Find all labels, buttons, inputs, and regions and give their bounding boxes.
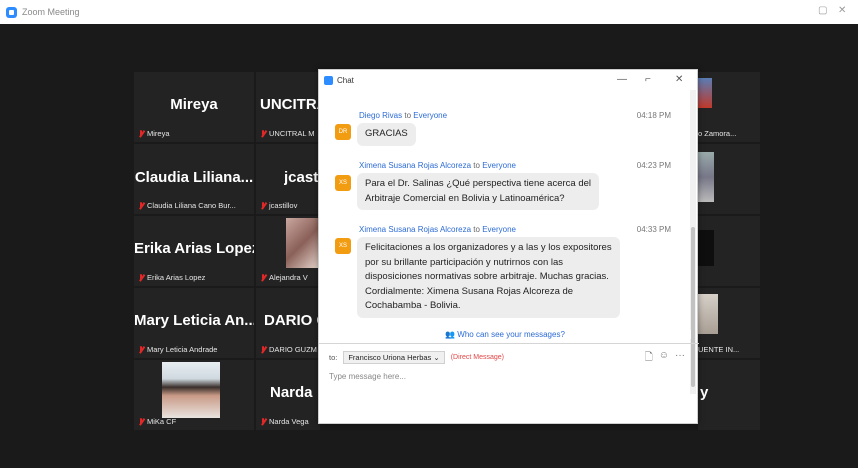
participant-tile[interactable]: Alejandra V [256, 216, 320, 286]
participant-name: Mary Leticia An... [134, 312, 254, 329]
participant-label: Narda Vega [260, 417, 309, 426]
participant-label: DARIO GUZM [260, 345, 317, 354]
divider [319, 343, 699, 344]
chat-window: Chat — ⌐ ✕ Diego Rivas to Everyone 04:18… [318, 69, 699, 424]
participant-name: DARIO G [264, 312, 320, 329]
window-title: Zoom Meeting [22, 7, 80, 17]
muted-mic-icon [260, 345, 266, 354]
recipient-dropdown[interactable]: Francisco Uriona Herbas ⌄ [343, 351, 445, 364]
message-time: 04:18 PM [636, 111, 671, 120]
avatar: XS [335, 238, 351, 254]
participant-tile[interactable] [698, 216, 760, 286]
avatar: DR [335, 124, 351, 140]
recipient-bar: to: Francisco Uriona Herbas ⌄ (Direct Me… [329, 351, 504, 364]
chat-messages[interactable]: Diego Rivas to Everyone 04:18 PM DR GRAC… [319, 90, 691, 394]
participant-tile[interactable]: UENTE IN... [698, 288, 760, 358]
participant-label: Mary Leticia Andrade [138, 345, 217, 354]
chat-tools: 🗋 ☺ ··· [645, 350, 685, 367]
muted-mic-icon [260, 417, 266, 426]
chat-title: Chat [337, 75, 354, 85]
message-sender: Diego Rivas to Everyone [359, 111, 448, 120]
message-time: 04:33 PM [636, 225, 671, 234]
message-sender: Ximena Susana Rojas Alcoreza to Everyone [359, 225, 516, 234]
participant-tile[interactable]: DARIO G DARIO GUZM [256, 288, 320, 358]
participant-label: Claudia Liliana Cano Bur... [138, 201, 236, 210]
participant-video [698, 230, 714, 266]
participant-name: Claudia Liliana... [134, 169, 254, 186]
participant-tile[interactable]: Erika Arias Lopez Erika Arias Lopez [134, 216, 254, 286]
more-icon[interactable]: ··· [675, 350, 685, 367]
participant-tile[interactable]: Mary Leticia An... Mary Leticia Andrade [134, 288, 254, 358]
avatar: XS [335, 175, 351, 191]
to-label: to: [329, 353, 338, 362]
window-titlebar: Zoom Meeting ▢ ✕ [0, 0, 858, 24]
who-can-see-link[interactable]: 👥 Who can see your messages? [319, 330, 691, 339]
close-window-icon[interactable]: ✕ [838, 5, 846, 16]
participant-tile[interactable]: MiKa CF [134, 360, 254, 430]
participant-tile[interactable]: jcast jcastillov [256, 144, 320, 214]
chat-app-icon [324, 75, 333, 85]
participant-tile[interactable]: Narda Narda Vega [256, 360, 320, 430]
chevron-down-icon: ⌄ [433, 353, 440, 362]
participant-tile[interactable]: UNCITRA UNCITRAL M [256, 72, 320, 142]
restore-window-icon[interactable]: ▢ [818, 5, 827, 16]
participant-label: MiKa CF [138, 417, 176, 426]
participant-label: Alejandra V [260, 273, 308, 282]
people-icon: 👥 [445, 330, 456, 339]
participant-name: Erika Arias Lopez [134, 240, 254, 257]
participant-name: Narda [270, 384, 313, 401]
close-icon[interactable]: ✕ [675, 74, 683, 85]
muted-mic-icon [260, 201, 266, 210]
muted-mic-icon [260, 129, 266, 138]
participant-label: o Zamora... [698, 129, 737, 138]
muted-mic-icon [138, 129, 144, 138]
participant-label: Mireya [138, 129, 170, 138]
message-time: 04:23 PM [636, 161, 671, 170]
participant-label: jcastillov [260, 201, 297, 210]
direct-message-tag: (Direct Message) [450, 354, 504, 361]
participant-name: Mireya [170, 96, 218, 113]
message-bubble: Para el Dr. Salinas ¿Qué perspectiva tie… [357, 173, 600, 210]
participant-label: Erika Arias Lopez [138, 273, 205, 282]
zoom-app-icon [6, 6, 17, 18]
participant-video [286, 218, 320, 268]
chat-scrollbar[interactable] [690, 90, 696, 394]
message-sender: Ximena Susana Rojas Alcoreza to Everyone [359, 161, 516, 170]
minimize-icon[interactable]: — [617, 74, 627, 85]
file-icon[interactable]: 🗋 [645, 350, 653, 367]
participant-video [162, 362, 220, 418]
popout-icon[interactable]: ⌐ [645, 74, 651, 85]
participant-name: UNCITRA [260, 96, 320, 113]
message-bubble: Felicitaciones a los organizadores y a l… [357, 237, 620, 318]
scrollbar-thumb[interactable] [691, 227, 695, 387]
muted-mic-icon [138, 201, 144, 210]
participant-tile[interactable]: Claudia Liliana... Claudia Liliana Cano … [134, 144, 254, 214]
participant-label: UNCITRAL M [260, 129, 315, 138]
participant-video [698, 78, 712, 108]
chat-header: Chat — ⌐ ✕ [319, 70, 697, 90]
message-input[interactable]: Type message here... [329, 372, 406, 381]
participant-label: UENTE IN... [698, 345, 740, 354]
message-bubble: GRACIAS [357, 123, 416, 146]
participant-tile[interactable]: o Zamora... [698, 72, 760, 142]
participant-name: y [700, 384, 709, 401]
muted-mic-icon [260, 273, 266, 282]
muted-mic-icon [138, 273, 144, 282]
emoji-icon[interactable]: ☺ [659, 350, 669, 367]
participant-video [698, 152, 714, 202]
muted-mic-icon [138, 417, 144, 426]
participant-tile[interactable] [698, 144, 760, 214]
muted-mic-icon [138, 345, 144, 354]
participant-video [698, 294, 718, 334]
participant-tile[interactable]: Mireya Mireya [134, 72, 254, 142]
participant-name: jcast [284, 169, 319, 186]
participant-tile[interactable]: y [698, 360, 760, 430]
